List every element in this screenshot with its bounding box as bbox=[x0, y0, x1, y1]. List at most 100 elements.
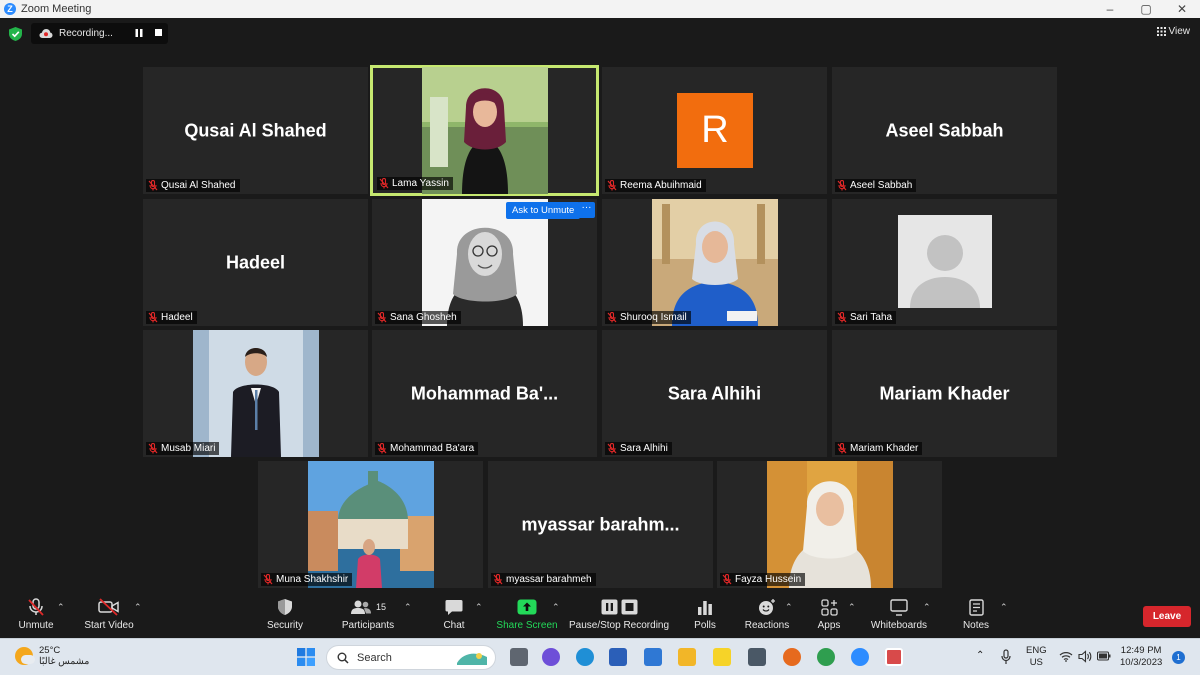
calculator-icon[interactable] bbox=[748, 648, 766, 666]
participant-tile[interactable]: Shurooq Ismail bbox=[602, 199, 827, 326]
zoom-app-icon[interactable] bbox=[851, 648, 869, 666]
meeting-top-bar: Recording... View bbox=[0, 18, 1200, 48]
close-button[interactable]: ✕ bbox=[1164, 0, 1200, 18]
notepad-icon[interactable] bbox=[644, 648, 662, 666]
taskbar-search-input[interactable]: Search bbox=[326, 645, 496, 670]
participant-tile[interactable]: Ask to Unmute ··· Sana Ghosheh bbox=[372, 199, 597, 326]
muted-mic-icon bbox=[148, 312, 158, 323]
snipping-tool-icon[interactable] bbox=[885, 648, 903, 666]
whiteboards-button[interactable]: Whiteboards bbox=[868, 595, 930, 638]
participants-button[interactable]: 15 Participants bbox=[338, 595, 398, 638]
weather-widget[interactable]: 25°C مشمس غالبًا bbox=[15, 645, 89, 667]
encryption-shield-icon[interactable] bbox=[9, 27, 22, 41]
share-options-chevron-icon[interactable]: ⌃ bbox=[552, 602, 560, 613]
cloud-record-icon bbox=[39, 29, 53, 38]
windows-start-icon[interactable] bbox=[297, 648, 315, 666]
file-explorer-icon[interactable] bbox=[678, 648, 696, 666]
participant-tile[interactable]: Muna Shakhshir bbox=[258, 461, 483, 588]
chrome-icon[interactable] bbox=[817, 648, 835, 666]
active-speaker-tile[interactable]: Lama Yassin bbox=[370, 65, 599, 196]
participant-name: Sana Ghosheh bbox=[390, 312, 457, 323]
participants-count: 15 bbox=[375, 602, 386, 612]
polls-button[interactable]: Polls bbox=[691, 595, 719, 638]
participant-name-label: Qusai Al Shahed bbox=[146, 179, 240, 192]
apps-button[interactable]: Apps bbox=[814, 595, 844, 638]
maximize-button[interactable]: ▢ bbox=[1128, 0, 1164, 18]
video-options-chevron-icon[interactable]: ⌃ bbox=[134, 602, 142, 613]
chat-button[interactable]: Chat bbox=[440, 595, 468, 638]
show-hidden-icons-chevron-icon[interactable]: ⌃ bbox=[976, 650, 984, 661]
participant-tile[interactable]: Mohammad Ba'... Mohammad Ba'ara bbox=[372, 330, 597, 457]
participant-name-label: Sara Alhihi bbox=[605, 442, 672, 455]
participant-tile[interactable]: R Reema Abuihmaid bbox=[602, 67, 827, 194]
participant-display-name: Sara Alhihi bbox=[667, 383, 762, 403]
audio-options-chevron-icon[interactable]: ⌃ bbox=[57, 602, 65, 613]
sticky-notes-icon[interactable] bbox=[713, 648, 731, 666]
clock[interactable]: 12:49 PM 10/3/2023 bbox=[1120, 645, 1162, 669]
participant-tile[interactable]: Aseel Sabbah Aseel Sabbah bbox=[832, 67, 1057, 194]
participant-name: Sara Alhihi bbox=[620, 443, 668, 454]
apps-options-chevron-icon[interactable]: ⌃ bbox=[848, 602, 856, 613]
microphone-icon[interactable] bbox=[1001, 649, 1011, 665]
firefox-icon[interactable] bbox=[783, 648, 801, 666]
stop-icon bbox=[621, 599, 637, 615]
volume-icon[interactable] bbox=[1078, 650, 1092, 663]
leave-meeting-button[interactable]: Leave bbox=[1143, 606, 1191, 627]
participants-options-chevron-icon[interactable]: ⌃ bbox=[404, 602, 412, 613]
more-options-chevron-icon[interactable]: ⌃ bbox=[1000, 602, 1008, 613]
muted-mic-icon bbox=[148, 443, 158, 454]
participant-tile[interactable]: Musab Miari bbox=[143, 330, 368, 457]
more-options-button[interactable]: ··· bbox=[578, 202, 595, 218]
polls-label: Polls bbox=[694, 620, 716, 631]
muted-mic-icon bbox=[148, 180, 158, 191]
title-bar: Z Zoom Meeting – ▢ ✕ bbox=[0, 0, 1200, 18]
security-shield-icon bbox=[278, 599, 292, 615]
start-video-label: Start Video bbox=[84, 620, 134, 631]
view-button[interactable]: View bbox=[1156, 26, 1190, 37]
teams-chat-icon[interactable] bbox=[542, 648, 560, 666]
minimize-button[interactable]: – bbox=[1092, 0, 1128, 18]
participant-tile[interactable]: Sara Alhihi Sara Alhihi bbox=[602, 330, 827, 457]
battery-icon[interactable] bbox=[1097, 651, 1111, 661]
notification-badge[interactable]: 1 bbox=[1172, 651, 1185, 664]
participant-tile[interactable]: Sari Taha bbox=[832, 199, 1057, 326]
edge-browser-icon[interactable] bbox=[576, 648, 594, 666]
window-controls: – ▢ ✕ bbox=[1092, 0, 1200, 18]
reactions-button[interactable]: Reactions bbox=[743, 595, 791, 638]
participant-tile[interactable]: Qusai Al Shahed Qusai Al Shahed bbox=[143, 67, 368, 194]
security-button[interactable]: Security bbox=[263, 595, 307, 638]
meeting-toolbar: Unmute ⌃ Start Video ⌃ Security 15 Parti… bbox=[0, 595, 1200, 638]
chat-options-chevron-icon[interactable]: ⌃ bbox=[475, 602, 483, 613]
participant-name: Muna Shakhshir bbox=[276, 574, 349, 585]
start-video-button[interactable]: Start Video bbox=[82, 595, 136, 638]
wifi-icon[interactable] bbox=[1059, 651, 1073, 662]
avatar: R bbox=[677, 93, 753, 168]
share-screen-button[interactable]: Share Screen bbox=[496, 595, 558, 638]
pause-recording-icon[interactable] bbox=[135, 29, 143, 37]
task-view-icon[interactable] bbox=[510, 648, 528, 666]
reactions-smiley-icon bbox=[759, 599, 775, 615]
muted-mic-icon bbox=[837, 312, 847, 323]
whiteboards-options-chevron-icon[interactable]: ⌃ bbox=[923, 602, 931, 613]
participant-display-name: Aseel Sabbah bbox=[885, 120, 1004, 140]
participant-display-name: myassar barahm... bbox=[521, 514, 680, 534]
search-placeholder: Search bbox=[357, 651, 392, 664]
participant-name: Lama Yassin bbox=[392, 178, 449, 189]
participant-video bbox=[308, 461, 434, 588]
reactions-options-chevron-icon[interactable]: ⌃ bbox=[785, 602, 793, 613]
participant-video bbox=[652, 199, 778, 326]
stop-recording-icon[interactable] bbox=[155, 29, 162, 36]
participant-tile[interactable]: myassar barahm... myassar barahmeh bbox=[488, 461, 713, 588]
pause-stop-recording-button[interactable]: Pause/Stop Recording bbox=[569, 595, 669, 638]
muted-microphone-icon bbox=[28, 598, 44, 616]
participant-tile[interactable]: Mariam Khader Mariam Khader bbox=[832, 330, 1057, 457]
word-icon[interactable] bbox=[609, 648, 627, 666]
participant-tile[interactable]: Fayza Hussein bbox=[717, 461, 942, 588]
unmute-button[interactable]: Unmute bbox=[12, 595, 60, 638]
participant-tile[interactable]: Hadeel Hadeel bbox=[143, 199, 368, 326]
notes-icon bbox=[968, 598, 984, 616]
share-screen-icon bbox=[517, 599, 537, 615]
ask-to-unmute-button[interactable]: Ask to Unmute bbox=[506, 202, 581, 219]
language-indicator[interactable]: ENG US bbox=[1026, 645, 1047, 669]
notes-button[interactable]: Notes bbox=[960, 595, 992, 638]
